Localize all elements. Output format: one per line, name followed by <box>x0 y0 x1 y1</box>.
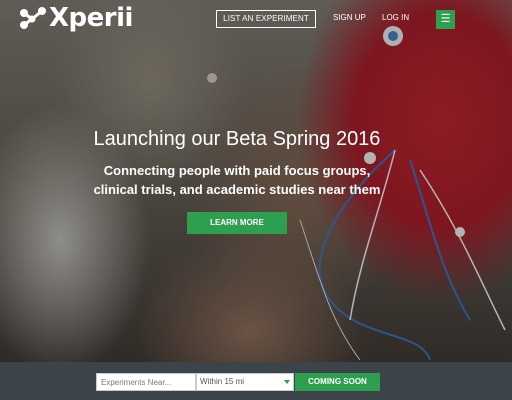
hamburger-menu-icon: ☰ <box>440 13 451 25</box>
hero-subheadline: Connecting people with paid focus groups… <box>0 161 474 199</box>
distance-select[interactable]: Within 15 mi <box>196 373 294 391</box>
molecule-icon <box>20 7 46 29</box>
experiments-near-input[interactable] <box>96 373 196 391</box>
distance-select-value: Within 15 mi <box>200 377 245 386</box>
coming-soon-button[interactable]: COMING SOON <box>295 373 380 391</box>
learn-more-button[interactable]: LEARN MORE <box>187 212 287 234</box>
chevron-down-icon <box>284 380 290 384</box>
hero-subheadline-line-2: clinical trials, and academic studies ne… <box>93 182 381 197</box>
sign-up-link[interactable]: SIGN UP <box>333 13 366 22</box>
list-experiment-button[interactable]: LIST AN EXPERIMENT <box>216 10 316 28</box>
top-navbar: Xperii LIST AN EXPERIMENT SIGN UP LOG IN… <box>0 0 512 38</box>
menu-button[interactable]: ☰ <box>436 10 455 29</box>
brand-logo[interactable]: Xperii <box>18 4 133 32</box>
log-in-link[interactable]: LOG IN <box>382 13 409 22</box>
hero-headline: Launching our Beta Spring 2016 <box>93 128 381 150</box>
logo-text: Xperii <box>49 3 133 33</box>
hero-subheadline-line-1: Connecting people with paid focus groups… <box>103 163 371 178</box>
search-bar: Within 15 mi COMING SOON <box>0 362 512 400</box>
